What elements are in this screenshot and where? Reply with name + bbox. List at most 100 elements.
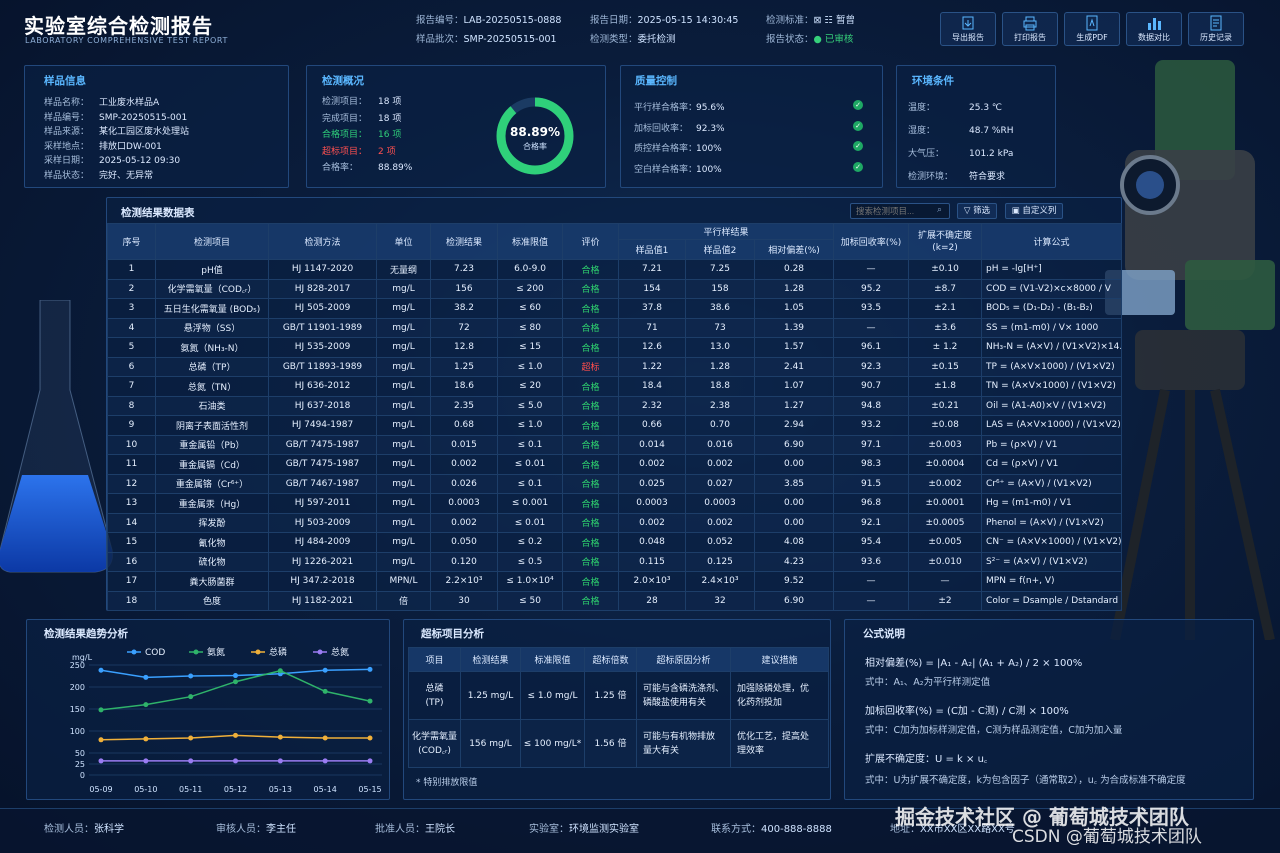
table-row[interactable]: 7 总氮（TN） HJ 636-2012 mg/L 18.6 ≤ 20 合格 18.4 18.8… — [107, 376, 1123, 397]
instrument-illustration — [1105, 60, 1275, 640]
col-item: 检测项目 — [155, 223, 269, 260]
formula-deviation-note: 式中：A₁、A₂为平行样测定值 — [865, 677, 991, 688]
data-point[interactable] — [367, 735, 373, 741]
data-point[interactable] — [277, 758, 283, 764]
data-point[interactable] — [98, 737, 104, 743]
page-subtitle: LABORATORY COMPREHENSIVE TEST REPORT — [25, 36, 228, 45]
data-point[interactable] — [188, 694, 194, 700]
data-point[interactable] — [277, 668, 283, 674]
table-row[interactable]: 6 总磷（TP） GB/T 11893-1989 mg/L 1.25 ≤ 1.0 超标 1.2… — [107, 356, 1123, 377]
page-title: 实验室综合检测报告 — [24, 14, 213, 38]
table-row[interactable]: 10 重金属铅（Pb） GB/T 7475-1987 mg/L 0.015 ≤ 0.1 合格… — [107, 434, 1123, 455]
x-tick-label: 05-10 — [134, 785, 157, 794]
data-point[interactable] — [277, 734, 283, 740]
exceed-row[interactable]: 总磷 (TP) 1.25 mg/L ≤ 1.0 mg/L 1.25 倍可能与含磷洗涤剂… — [408, 671, 829, 720]
table-row[interactable]: 15 氰化物 HJ 484-2009 mg/L 0.050 ≤ 0.2 合格 0.048 0.0… — [107, 532, 1123, 553]
data-point[interactable] — [233, 732, 238, 738]
table-row[interactable]: 5 氨氮（NH₃-N） HJ 535-2009 mg/L 12.8 ≤ 15 合格 12.6 1… — [107, 337, 1123, 358]
exceed-row[interactable]: 化学需氧量 (COD꜀ᵣ) 156 mg/L ≤ 100 mg/L* 1.56 倍可能… — [408, 719, 829, 768]
overview-row: 合格项目： 16 项 — [322, 130, 402, 140]
table-row[interactable]: 3 五日生化需氧量 (BOD₅) HJ 505-2009 mg/L 38.2 ≤ 60 合格… — [107, 298, 1123, 319]
overview-row: 超标项目： 2 项 — [322, 146, 396, 157]
filter-button[interactable]: ▽ 筛选 — [957, 203, 997, 219]
data-point[interactable] — [188, 758, 194, 764]
col-formula: 计算公式 — [981, 223, 1123, 260]
data-point[interactable] — [233, 679, 238, 685]
data-point[interactable] — [143, 702, 149, 708]
data-point[interactable] — [233, 673, 238, 679]
col-result: 检测结果 — [430, 223, 498, 260]
col-sample1: 样品值1 — [618, 239, 686, 260]
search-icon: ⌕ — [937, 205, 943, 215]
report-status: 报告状态：● 已审核 — [766, 34, 854, 45]
compare-icon — [1148, 18, 1161, 30]
table-row[interactable]: 4 悬浮物（SS） GB/T 11901-1989 mg/L 72 ≤ 80 合格 71 73 1… — [107, 317, 1123, 338]
data-point[interactable] — [367, 698, 373, 704]
y-tick-label: 250 — [70, 661, 85, 670]
sample-batch: 样品批次：SMP-20250515-001 — [416, 34, 557, 45]
data-point[interactable] — [322, 735, 328, 741]
x-tick-label: 05-14 — [314, 785, 337, 794]
results-title: 检测结果数据表 — [121, 207, 195, 219]
env-row: 大气压： 101.2 kPa — [908, 149, 1014, 159]
col-deviation: 相对偏差(%) — [753, 239, 835, 260]
footer-contact: 联系方式：400-888-8888 — [711, 824, 832, 835]
table-row[interactable]: 13 重金属汞（Hg） HJ 597-2011 mg/L 0.0003 ≤ 0.001 合格… — [107, 493, 1123, 514]
x-tick-label: 05-09 — [89, 785, 112, 794]
data-point[interactable] — [367, 758, 373, 764]
generate-pdf-button[interactable]: 生成PDF — [1064, 12, 1120, 46]
table-row[interactable]: 14 挥发酚 HJ 503-2009 mg/L 0.002 ≤ 0.01 合格 0.002 0.… — [107, 512, 1123, 533]
qc-row: 加标回收率： 92.3% ✓ — [634, 120, 879, 134]
data-point[interactable] — [143, 736, 149, 742]
data-point[interactable] — [98, 667, 104, 673]
data-point[interactable] — [322, 758, 328, 764]
data-point[interactable] — [98, 758, 104, 764]
data-point[interactable] — [143, 674, 149, 680]
search-input[interactable] — [850, 203, 950, 219]
print-report-button[interactable]: 打印报告 — [1002, 12, 1058, 46]
legend-label[interactable]: 总磷 — [269, 646, 287, 658]
table-row[interactable]: 17 粪大肠菌群 HJ 347.2-2018 MPN/L 2.2×10³ ≤ 1.0×10… — [107, 571, 1123, 592]
history-button[interactable]: 历史记录 — [1188, 12, 1244, 46]
table-row[interactable]: 2 化学需氧量（COD꜀ᵣ） HJ 828-2017 mg/L 156 ≤ 200 合格 15… — [107, 278, 1123, 299]
sample-row: 采样地点： 排放口DW-001 — [44, 141, 162, 152]
exceed-note: * 特别排放限值 — [416, 778, 478, 788]
env-row: 检测环境： 符合要求 — [908, 172, 1006, 182]
x-tick-label: 05-15 — [358, 785, 381, 794]
data-point[interactable] — [322, 688, 328, 694]
data-point[interactable] — [233, 758, 238, 764]
legend-label[interactable]: 总氮 — [331, 646, 349, 658]
sample-row: 样品编号： SMP-20250515-001 — [44, 112, 188, 123]
table-row[interactable]: 16 硫化物 HJ 1226-2021 mg/L 0.120 ≤ 0.5 合格 0.115 0.… — [107, 551, 1123, 572]
col-unit: 单位 — [376, 223, 431, 260]
data-point[interactable] — [367, 666, 373, 672]
legend-label[interactable]: 氨氮 — [207, 646, 225, 658]
data-compare-button[interactable]: 数据对比 — [1126, 12, 1182, 46]
table-row[interactable]: 1 pH值 HJ 1147-2020 无量纲 7.23 6.0-9.0 合格 7.21 7.25… — [107, 259, 1123, 280]
data-point[interactable] — [98, 707, 104, 713]
env-row: 温度： 25.3 ℃ — [908, 103, 1003, 113]
col-parallel: 平行样结果 — [617, 223, 835, 240]
custom-columns-button[interactable]: ▣ 自定义列 — [1005, 203, 1063, 219]
exceed-col: 超标原因分析 — [636, 647, 731, 672]
legend-label[interactable]: COD — [145, 648, 165, 658]
table-row[interactable]: 12 重金属铬（Cr⁶⁺） GB/T 7467-1987 mg/L 0.026 ≤ 0.1… — [107, 473, 1123, 494]
col-eval: 评价 — [562, 223, 619, 260]
data-point[interactable] — [322, 667, 328, 673]
data-point[interactable] — [143, 758, 149, 764]
table-row[interactable]: 9 阴离子表面活性剂 HJ 7494-1987 mg/L 0.68 ≤ 1.0 合格 0.66… — [107, 415, 1123, 436]
data-point[interactable] — [188, 673, 194, 679]
formula-deviation: 相对偏差(%) = |A₁ - A₂| (A₁ + A₂) / 2 × 100% — [865, 658, 1083, 669]
col-limit: 标准限值 — [497, 223, 563, 260]
print-icon — [1023, 16, 1037, 31]
pdf-icon — [1086, 15, 1098, 31]
report-number: 报告编号：LAB-20250515-0888 — [416, 15, 562, 26]
table-row[interactable]: 18 色度 HJ 1182-2021 倍 30 ≤ 50 合格 28 32 6.90— ±2 Colo… — [107, 590, 1123, 611]
table-row[interactable]: 8 石油类 HJ 637-2018 mg/L 2.35 ≤ 5.0 合格 2.32 2.38 1.… — [107, 395, 1123, 416]
y-tick-label: 25 — [75, 760, 85, 769]
footer-tester: 检测人员：张科学 — [44, 824, 124, 835]
test-standard: 检测标准：⊠ ☷ 暂曾 — [766, 15, 856, 26]
table-row[interactable]: 11 重金属镉（Cd） GB/T 7475-1987 mg/L 0.002 ≤ 0.01 合… — [107, 454, 1123, 475]
export-report-button[interactable]: 导出报告 — [940, 12, 996, 46]
data-point[interactable] — [188, 735, 194, 741]
